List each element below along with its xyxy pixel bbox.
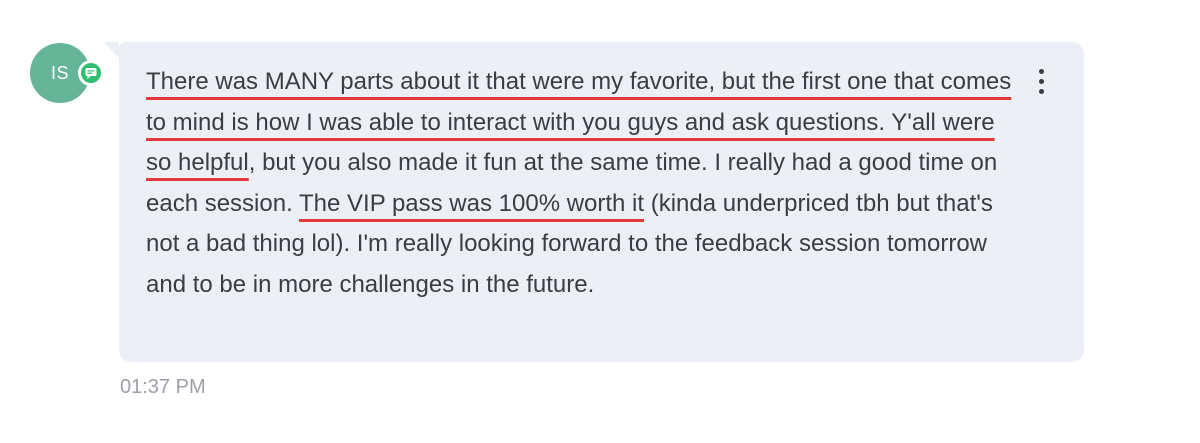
menu-dot xyxy=(1038,68,1044,74)
message-timestamp: 01:37 PM xyxy=(120,376,206,398)
message-bubble: There was MANY parts about it that were … xyxy=(103,42,1084,362)
avatar-initials: IS xyxy=(50,62,69,83)
menu-dot xyxy=(1038,78,1044,84)
chat-bubble-icon xyxy=(78,60,104,86)
message-segment-highlighted: The VIP pass was 100% worth it xyxy=(299,189,645,217)
message-text: There was MANY parts about it that were … xyxy=(146,62,1016,305)
menu-dot xyxy=(1038,88,1044,94)
chat-message-row: IS There was MANY parts about it that we… xyxy=(0,0,1200,443)
more-vertical-icon[interactable] xyxy=(1030,64,1052,98)
